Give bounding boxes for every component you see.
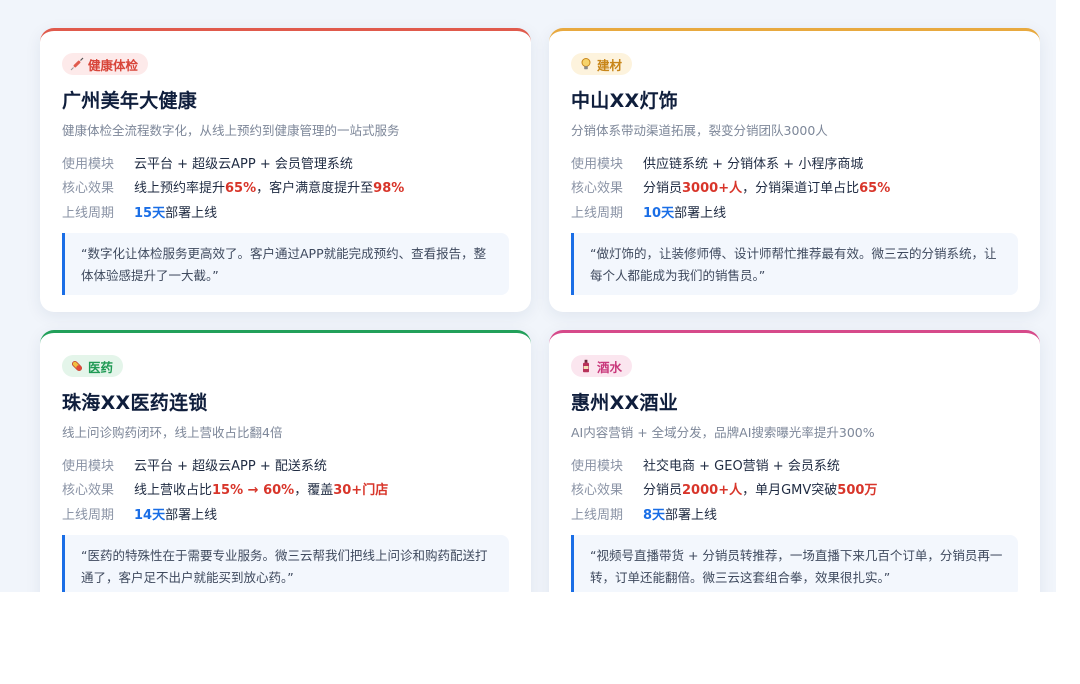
case-details: 使用模块 云平台 + 超级云APP + 配送系统 核心效果 线上营收占比15% …	[62, 452, 388, 526]
cycle-label: 上线周期	[62, 205, 115, 221]
case-title: 珠海XX医药连锁	[62, 392, 208, 414]
industry-tag: 医药	[62, 355, 124, 377]
case-title: 中山XX灯饰	[571, 90, 679, 112]
cycle-row: 上线周期 15天部署上线	[62, 199, 404, 224]
effect-highlight: 500万	[837, 483, 878, 499]
effect-highlight: 2000+人	[682, 483, 743, 499]
cycle-text: 部署上线	[165, 507, 218, 523]
cycle-days: 8天	[643, 507, 666, 523]
effect-value: 线上营收占比15% → 60%，覆盖30+门店	[134, 479, 388, 498]
modules-label: 使用模块	[62, 156, 115, 172]
modules-row: 使用模块 供应链系统 + 分销体系 + 小程序商城	[571, 150, 890, 175]
effect-label: 核心效果	[571, 483, 624, 499]
case-card-guangzhou-meinian[interactable]: 健康体检 广州美年大健康 健康体检全流程数字化，从线上预约到健康管理的一站式服务…	[40, 28, 531, 312]
effect-highlight: 98%	[373, 181, 405, 197]
effect-highlight: 65%	[225, 181, 257, 197]
industry-tag-label: 酒水	[597, 359, 623, 375]
lightbulb-icon	[581, 58, 591, 70]
cycle-label: 上线周期	[62, 507, 115, 523]
case-details: 使用模块 社交电商 + GEO营销 + 会员系统 核心效果 分销员2000+人，…	[571, 452, 877, 526]
cycle-days: 15天	[134, 205, 166, 221]
effect-text: 线上营收占比	[134, 483, 213, 499]
case-title: 惠州XX酒业	[571, 392, 679, 414]
effect-text: 分销员	[643, 483, 683, 499]
cycle-text: 部署上线	[665, 507, 718, 523]
industry-tag: 酒水	[571, 355, 633, 377]
cycle-label: 上线周期	[571, 507, 624, 523]
effect-highlight: 15% → 60%	[212, 483, 295, 499]
effect-highlight: 65%	[859, 181, 891, 197]
modules-label: 使用模块	[571, 458, 624, 474]
effect-text: ，覆盖	[294, 483, 334, 499]
testimonial-quote: “视频号直播带货 + 分销员转推荐，一场直播下来几百个订单，分销员再一转，订单还…	[571, 535, 1018, 592]
cycle-value: 14天部署上线	[134, 504, 217, 523]
effect-label: 核心效果	[62, 181, 115, 197]
testimonial-quote: “医药的特殊性在于需要专业服务。微三云帮我们把线上问诊和购药配送打通了，客户足不…	[62, 535, 509, 592]
case-card-huizhou-liquor[interactable]: 酒水 惠州XX酒业 AI内容营销 + 全域分发，品牌AI搜索曝光率提升300% …	[549, 330, 1040, 592]
modules-value: 云平台 + 超级云APP + 会员管理系统	[134, 156, 353, 172]
effect-text: ，客户满意度提升至	[256, 181, 374, 197]
case-subtitle: AI内容营销 + 全域分发，品牌AI搜索曝光率提升300%	[571, 425, 875, 440]
cycle-row: 上线周期 14天部署上线	[62, 501, 388, 526]
industry-tag: 健康体检	[62, 53, 149, 75]
effect-highlight: 30+门店	[333, 483, 389, 499]
cycle-days: 14天	[134, 507, 166, 523]
effect-text: 线上预约率提升	[134, 181, 226, 197]
industry-tag-label: 建材	[597, 57, 623, 73]
effect-label: 核心效果	[62, 483, 115, 499]
case-details: 使用模块 供应链系统 + 分销体系 + 小程序商城 核心效果 分销员3000+人…	[571, 150, 890, 224]
testimonial-quote: “做灯饰的，让装修师傅、设计师帮忙推荐最有效。微三云的分销系统，让每个人都能成为…	[571, 233, 1018, 295]
effect-label: 核心效果	[571, 181, 624, 197]
modules-row: 使用模块 云平台 + 超级云APP + 配送系统	[62, 452, 388, 477]
cycle-label: 上线周期	[571, 205, 624, 221]
effect-text: 分销员	[643, 181, 683, 197]
modules-row: 使用模块 社交电商 + GEO营销 + 会员系统	[571, 452, 877, 477]
case-grid: 健康体检 广州美年大健康 健康体检全流程数字化，从线上预约到健康管理的一站式服务…	[0, 0, 1056, 592]
modules-value: 社交电商 + GEO营销 + 会员系统	[643, 458, 840, 474]
modules-row: 使用模块 云平台 + 超级云APP + 会员管理系统	[62, 150, 404, 175]
effect-value: 分销员3000+人，分销渠道订单占比65%	[643, 177, 890, 196]
industry-tag: 建材	[571, 53, 633, 75]
effect-row: 核心效果 线上营收占比15% → 60%，覆盖30+门店	[62, 477, 388, 502]
effect-value: 分销员2000+人，单月GMV突破500万	[643, 479, 877, 498]
cycle-value: 10天部署上线	[643, 202, 726, 221]
cycle-text: 部署上线	[674, 205, 727, 221]
case-details: 使用模块 云平台 + 超级云APP + 会员管理系统 核心效果 线上预约率提升6…	[62, 150, 404, 224]
case-subtitle: 健康体检全流程数字化，从线上预约到健康管理的一站式服务	[62, 123, 400, 138]
case-card-zhuhai-pharmacy[interactable]: 医药 珠海XX医药连锁 线上问诊购药闭环，线上营收占比翻4倍 使用模块 云平台 …	[40, 330, 531, 592]
effect-text: ，单月GMV突破	[742, 483, 838, 499]
modules-value: 云平台 + 超级云APP + 配送系统	[134, 458, 327, 474]
cycle-row: 上线周期 8天部署上线	[571, 501, 877, 526]
wine-bottle-icon	[583, 359, 589, 373]
case-card-zhongshan-lighting[interactable]: 建材 中山XX灯饰 分销体系带动渠道拓展，裂变分销团队3000人 使用模块 供应…	[549, 28, 1040, 312]
effect-highlight: 3000+人	[682, 181, 743, 197]
modules-label: 使用模块	[571, 156, 624, 172]
cycle-row: 上线周期 10天部署上线	[571, 199, 890, 224]
testimonial-quote: “数字化让体检服务更高效了。客户通过APP就能完成预约、查看报告，整体体验感提升…	[62, 233, 509, 295]
effect-row: 核心效果 线上预约率提升65%，客户满意度提升至98%	[62, 175, 404, 200]
effect-value: 线上预约率提升65%，客户满意度提升至98%	[134, 177, 404, 196]
cycle-value: 15天部署上线	[134, 202, 217, 221]
industry-tag-label: 健康体检	[88, 57, 139, 73]
pill-icon	[71, 360, 83, 372]
modules-label: 使用模块	[62, 458, 115, 474]
effect-row: 核心效果 分销员2000+人，单月GMV突破500万	[571, 477, 877, 502]
cycle-value: 8天部署上线	[643, 504, 717, 523]
effect-row: 核心效果 分销员3000+人，分销渠道订单占比65%	[571, 175, 890, 200]
industry-tag-label: 医药	[88, 359, 114, 375]
case-subtitle: 线上问诊购药闭环，线上营收占比翻4倍	[62, 425, 283, 440]
cycle-text: 部署上线	[165, 205, 218, 221]
case-subtitle: 分销体系带动渠道拓展，裂变分销团队3000人	[571, 123, 828, 138]
syringe-icon	[70, 57, 84, 71]
modules-value: 供应链系统 + 分销体系 + 小程序商城	[643, 156, 864, 172]
cycle-days: 10天	[643, 205, 675, 221]
effect-text: ，分销渠道订单占比	[742, 181, 860, 197]
case-title: 广州美年大健康	[62, 90, 198, 112]
